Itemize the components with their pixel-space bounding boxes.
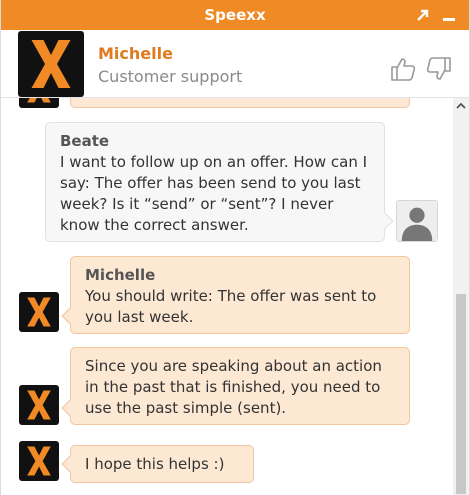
thumbs-up-icon[interactable] [390,56,416,82]
message-bubble-agent [70,98,410,108]
message-bubble-agent: I hope this helps :) [61,445,254,483]
agent-logo [18,31,84,97]
agent-name: Michelle [98,44,173,63]
window-title: Speexx [204,6,266,24]
message-bubble-agent: Michelle You should write: The offer was… [61,256,410,334]
user-silhouette-icon [397,201,437,241]
agent-avatar [19,441,59,481]
message-text: Since you are speaking about an action i… [85,357,382,417]
agent-avatar [19,98,59,108]
message-bubble-user: Beate I want to follow up on an offer. H… [45,122,394,242]
minimize-icon[interactable] [440,6,458,24]
agent-header: Michelle Customer support [1,30,469,98]
message-text: I hope this helps :) [85,455,225,473]
agent-avatar [19,385,59,425]
agent-role: Customer support [98,67,243,86]
user-avatar [396,200,438,242]
message-text: I want to follow up on an offer. How can… [60,153,368,234]
expand-icon[interactable] [414,6,432,24]
sender-name: Beate [60,132,110,150]
chevron-up-icon[interactable] [453,98,469,114]
agent-avatar [19,292,59,332]
message-bubble-agent: Since you are speaking about an action i… [61,347,410,425]
title-bar: Speexx [0,0,470,30]
thumbs-down-icon[interactable] [426,56,452,82]
scroll-thumb[interactable] [456,294,466,494]
message-text: You should write: The offer was sent to … [85,287,377,326]
chat-transcript[interactable]: Beate I want to follow up on an offer. H… [1,98,453,495]
chat-scrollbar[interactable] [453,98,469,495]
sender-name: Michelle [85,266,156,284]
